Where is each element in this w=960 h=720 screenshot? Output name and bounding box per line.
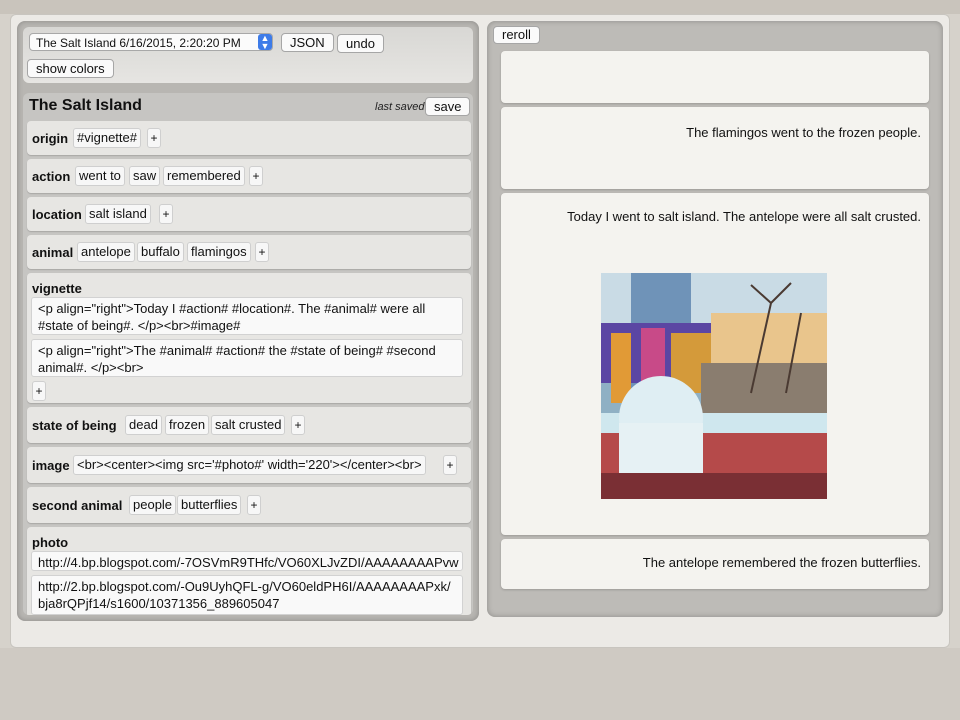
grammar-select[interactable]: The Salt Island 6/16/2015, 2:20:20 PM ▲ ▼ xyxy=(29,33,273,51)
rule-value[interactable]: salt island xyxy=(85,204,151,224)
rule-value[interactable]: <p align="right">The #animal# #action# t… xyxy=(31,339,463,377)
undo-button[interactable]: undo xyxy=(337,34,384,53)
rule-photo: photo http://4.bp.blogspot.com/-7OSVmR9T… xyxy=(27,527,471,615)
rule-name: origin xyxy=(32,131,69,146)
add-value-button[interactable]: + xyxy=(159,204,173,224)
rule-name: second animal xyxy=(32,498,123,513)
rule-value[interactable]: salt crusted xyxy=(211,415,286,435)
output-text: The flamingos went to the frozen people. xyxy=(686,125,921,140)
rule-vignette: vignette <p align="right">Today I #actio… xyxy=(27,273,471,403)
rule-value[interactable]: <br><center><img src='#photo#' width='22… xyxy=(73,455,426,475)
rule-second-animal: second animal people butterflies + xyxy=(27,487,471,523)
show-colors-button[interactable]: show colors xyxy=(27,59,114,78)
add-value-button[interactable]: + xyxy=(255,242,269,262)
rule-name: location xyxy=(32,207,82,222)
last-saved-label: last saved xyxy=(375,101,425,113)
rule-value[interactable]: <p align="right">Today I #action# #locat… xyxy=(31,297,463,335)
add-value-button[interactable]: + xyxy=(32,381,46,401)
rule-value[interactable]: buffalo xyxy=(137,242,184,262)
rule-name: vignette xyxy=(32,281,82,296)
grammar-select-value: The Salt Island 6/16/2015, 2:20:20 PM xyxy=(36,36,241,50)
rule-value[interactable]: flamingos xyxy=(187,242,251,262)
add-value-button[interactable]: + xyxy=(443,455,457,475)
rule-location: location salt island + xyxy=(27,197,471,231)
add-value-button[interactable]: + xyxy=(249,166,263,186)
rule-name: animal xyxy=(32,245,74,260)
rule-value[interactable]: butterflies xyxy=(177,495,242,515)
rule-value[interactable]: saw xyxy=(129,166,161,186)
collage-image-graphic xyxy=(601,273,827,499)
save-button[interactable]: save xyxy=(425,97,471,116)
grammar-editor: The Salt Island last saved save origin #… xyxy=(23,93,473,615)
desk-surface xyxy=(0,648,960,720)
rule-name: image xyxy=(32,458,70,473)
rule-action: action went to saw remembered + xyxy=(27,159,471,193)
rule-name: action xyxy=(32,169,71,184)
json-button[interactable]: JSON xyxy=(281,33,334,52)
app-window: The Salt Island 6/16/2015, 2:20:20 PM ▲ ▼… xyxy=(10,14,950,648)
rule-value[interactable]: went to xyxy=(75,166,125,186)
rule-animal: animal antelope buffalo flamingos + xyxy=(27,235,471,269)
grammar-title: The Salt Island xyxy=(29,97,142,114)
output-card: Today I went to salt island. The antelop… xyxy=(501,193,929,535)
rule-state-of-being: state of being dead frozen salt crusted … xyxy=(27,407,471,443)
grammar-editor-panel: The Salt Island 6/16/2015, 2:20:20 PM ▲ ▼… xyxy=(17,21,479,621)
add-value-button[interactable]: + xyxy=(247,495,261,515)
rule-value[interactable]: antelope xyxy=(77,242,135,262)
output-panel: reroll The flamingos went to the frozen … xyxy=(487,21,943,617)
rule-value[interactable]: http://4.bp.blogspot.com/-7OSVmR9THfc/VO… xyxy=(31,551,463,571)
rule-name: photo xyxy=(32,535,69,550)
rule-value[interactable]: dead xyxy=(125,415,162,435)
output-card: The antelope remembered the frozen butte… xyxy=(501,539,929,589)
rule-value[interactable]: people xyxy=(129,495,177,515)
background-top xyxy=(0,0,960,14)
add-value-button[interactable]: + xyxy=(291,415,305,435)
rule-value[interactable]: remembered xyxy=(163,166,245,186)
select-arrows-icon[interactable]: ▲ ▼ xyxy=(258,34,272,51)
rule-origin: origin #vignette# + xyxy=(27,121,471,155)
add-value-button[interactable]: + xyxy=(147,128,161,148)
output-text: Today I went to salt island. The antelop… xyxy=(567,209,921,224)
rule-name: state of being xyxy=(32,418,117,433)
rule-value[interactable]: http://2.bp.blogspot.com/-Ou9UyhQFL-g/VO… xyxy=(31,575,463,615)
output-card xyxy=(501,51,929,103)
rule-value[interactable]: #vignette# xyxy=(73,128,141,148)
editor-header: The Salt Island last saved save xyxy=(23,93,473,119)
rule-image: image <br><center><img src='#photo#' wid… xyxy=(27,447,471,483)
toolbar: The Salt Island 6/16/2015, 2:20:20 PM ▲ ▼… xyxy=(23,27,473,83)
output-card: The flamingos went to the frozen people. xyxy=(501,107,929,189)
reroll-button[interactable]: reroll xyxy=(493,26,540,44)
output-text: The antelope remembered the frozen butte… xyxy=(642,555,921,570)
rule-value[interactable]: frozen xyxy=(165,415,210,435)
collage-image xyxy=(601,273,827,499)
